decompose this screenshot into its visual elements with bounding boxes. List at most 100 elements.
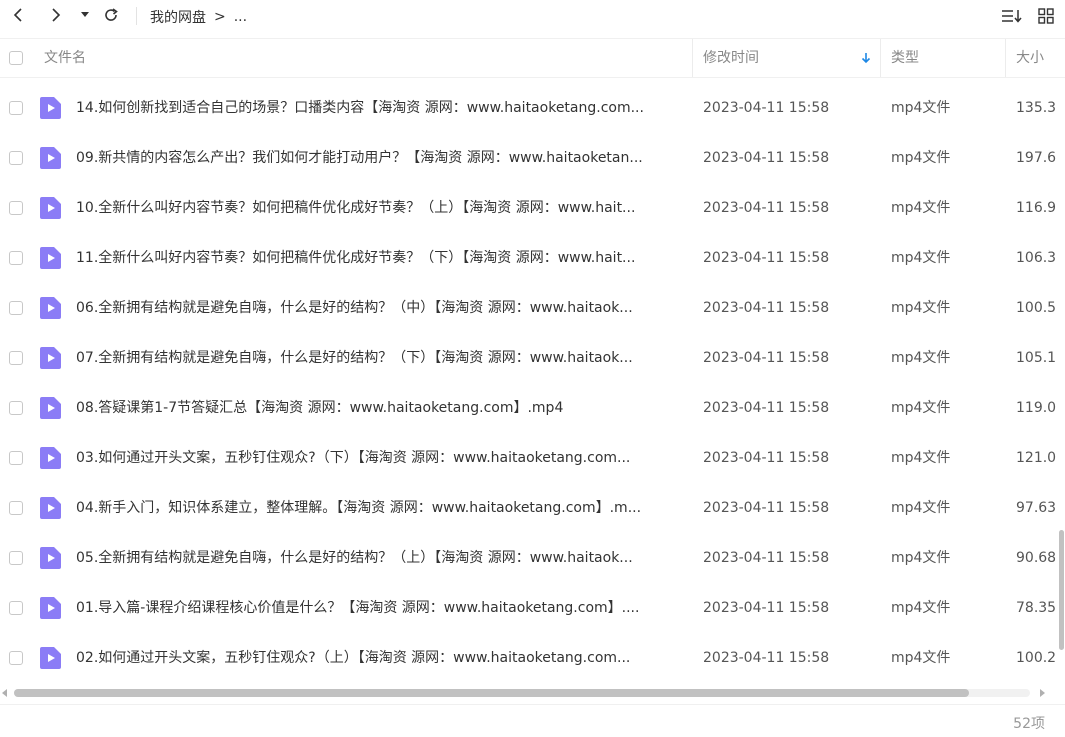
file-name[interactable]: 05.全新拥有结构就是避免自嗨，什么是好的结构？（上）【海淘资 源网：www.h…	[76, 533, 681, 583]
scroll-left-arrow[interactable]	[2, 689, 7, 697]
column-divider[interactable]	[1005, 39, 1006, 77]
file-size: 116.9	[1016, 200, 1057, 216]
file-name[interactable]: 07.全新拥有结构就是避免自嗨，什么是好的结构？（下）【海淘资 源网：www.h…	[76, 333, 681, 383]
table-row[interactable]: 10.全新什么叫好内容节奏？如何把稿件优化成好节奏？（上）【海淘资 源网：www…	[0, 183, 1065, 233]
file-modified-time: 2023-04-11 15:58	[703, 100, 830, 116]
table-row[interactable]: 05.全新拥有结构就是避免自嗨，什么是好的结构？（上）【海淘资 源网：www.h…	[0, 533, 1065, 583]
file-size: 100.5	[1016, 300, 1057, 316]
row-checkbox[interactable]	[9, 651, 23, 665]
table-row[interactable]: 06.全新拥有结构就是避免自嗨，什么是好的结构？（中）【海淘资 源网：www.h…	[0, 283, 1065, 333]
sort-button[interactable]	[1000, 6, 1024, 26]
table-row[interactable]: 07.全新拥有结构就是避免自嗨，什么是好的结构？（下）【海淘资 源网：www.h…	[0, 333, 1065, 383]
scroll-right-arrow[interactable]	[1040, 689, 1045, 697]
table-row[interactable]: 04.新手入门，知识体系建立，整体理解。【海淘资 源网：www.haitaoke…	[0, 483, 1065, 533]
file-type: mp4文件	[891, 450, 951, 466]
file-size: 119.0	[1016, 400, 1057, 416]
horizontal-scrollbar[interactable]	[0, 686, 1065, 700]
table-row[interactable]: 14.如何创新找到适合自己的场景？口播类内容【海淘资 源网：www.haitao…	[0, 83, 1065, 133]
row-checkbox[interactable]	[9, 501, 23, 515]
row-checkbox[interactable]	[9, 101, 23, 115]
column-header-size[interactable]: 大小	[1016, 39, 1044, 77]
video-file-icon	[40, 147, 61, 169]
breadcrumb-ellipsis[interactable]: ...	[234, 9, 247, 25]
file-name[interactable]: 09.新共情的内容怎么产出？我们如何才能打动用户？【海淘资 源网：www.hai…	[76, 133, 681, 183]
history-dropdown-button[interactable]	[78, 4, 92, 26]
row-checkbox[interactable]	[9, 601, 23, 615]
file-size: 121.0	[1016, 450, 1057, 466]
video-file-icon	[40, 397, 61, 419]
forward-button[interactable]	[46, 4, 66, 26]
toolbar: 我的网盘 > ...	[0, 0, 1065, 32]
file-type: mp4文件	[891, 350, 951, 366]
chevron-left-icon	[13, 8, 22, 22]
column-divider[interactable]	[692, 39, 693, 77]
refresh-icon	[105, 8, 118, 21]
file-modified-time: 2023-04-11 15:58	[703, 300, 830, 316]
caret-down-icon	[81, 12, 89, 17]
column-divider[interactable]	[880, 39, 881, 77]
grid-view-button[interactable]	[1036, 6, 1056, 26]
video-file-icon	[40, 347, 61, 369]
refresh-button[interactable]	[100, 4, 122, 26]
status-bar: 52项	[0, 704, 1065, 737]
file-modified-time: 2023-04-11 15:58	[703, 200, 830, 216]
file-name[interactable]: 10.全新什么叫好内容节奏？如何把稿件优化成好节奏？（上）【海淘资 源网：www…	[76, 183, 681, 233]
file-name[interactable]: 03.如何通过开头文案，五秒钉住观众?（下）【海淘资 源网：www.haitao…	[76, 433, 681, 483]
file-size: 105.1	[1016, 350, 1057, 366]
file-modified-time: 2023-04-11 15:58	[703, 450, 830, 466]
file-name[interactable]: 01.导入篇-课程介绍课程核心价值是什么？【海淘资 源网：www.haitaok…	[76, 583, 681, 633]
breadcrumb-root[interactable]: 我的网盘	[150, 7, 206, 27]
breadcrumb: 我的网盘 > ...	[150, 7, 247, 27]
file-modified-time: 2023-04-11 15:58	[703, 600, 830, 616]
back-button[interactable]	[8, 4, 28, 26]
row-checkbox[interactable]	[9, 251, 23, 265]
file-name[interactable]: 08.答疑课第1-7节答疑汇总【海淘资 源网：www.haitaoketang.…	[76, 383, 681, 433]
file-size: 106.3	[1016, 250, 1057, 266]
file-name[interactable]: 04.新手入门，知识体系建立，整体理解。【海淘资 源网：www.haitaoke…	[76, 483, 681, 533]
table-row[interactable]: 02.如何通过开头文案，五秒钉住观众?（上）【海淘资 源网：www.haitao…	[0, 633, 1065, 683]
chevron-right-icon	[52, 8, 61, 22]
file-size: 97.63	[1016, 500, 1057, 516]
column-header-name[interactable]: 文件名	[44, 39, 86, 77]
file-type: mp4文件	[891, 600, 951, 616]
file-type: mp4文件	[891, 150, 951, 166]
video-file-icon	[40, 247, 61, 269]
table-row[interactable]: 01.导入篇-课程介绍课程核心价值是什么？【海淘资 源网：www.haitaok…	[0, 583, 1065, 633]
file-modified-time: 2023-04-11 15:58	[703, 650, 830, 666]
file-size: 197.6	[1016, 150, 1057, 166]
video-file-icon	[40, 197, 61, 219]
file-modified-time: 2023-04-11 15:58	[703, 250, 830, 266]
vertical-scrollbar-thumb[interactable]	[1059, 530, 1064, 650]
file-name[interactable]: 11.全新什么叫好内容节奏？如何把稿件优化成好节奏？（下）【海淘资 源网：www…	[76, 233, 681, 283]
row-checkbox[interactable]	[9, 151, 23, 165]
toolbar-divider	[136, 7, 137, 25]
sort-list-icon	[1002, 10, 1022, 23]
table-row[interactable]: 08.答疑课第1-7节答疑汇总【海淘资 源网：www.haitaoketang.…	[0, 383, 1065, 433]
row-checkbox[interactable]	[9, 351, 23, 365]
row-checkbox[interactable]	[9, 401, 23, 415]
row-checkbox[interactable]	[9, 451, 23, 465]
row-checkbox[interactable]	[9, 551, 23, 565]
column-header-type[interactable]: 类型	[891, 39, 919, 77]
horizontal-scrollbar-thumb[interactable]	[14, 689, 969, 697]
table-row[interactable]: 09.新共情的内容怎么产出？我们如何才能打动用户？【海淘资 源网：www.hai…	[0, 133, 1065, 183]
file-name[interactable]: 02.如何通过开头文案，五秒钉住观众?（上）【海淘资 源网：www.haitao…	[76, 633, 681, 683]
row-checkbox[interactable]	[9, 301, 23, 315]
column-header-modified[interactable]: 修改时间	[703, 39, 759, 77]
video-file-icon	[40, 547, 61, 569]
table-row[interactable]: 11.全新什么叫好内容节奏？如何把稿件优化成好节奏？（下）【海淘资 源网：www…	[0, 233, 1065, 283]
select-all-checkbox[interactable]	[9, 51, 23, 65]
video-file-icon	[40, 97, 61, 119]
grid-view-icon	[1038, 8, 1054, 24]
file-type: mp4文件	[891, 400, 951, 416]
file-type: mp4文件	[891, 250, 951, 266]
file-name[interactable]: 14.如何创新找到适合自己的场景？口播类内容【海淘资 源网：www.haitao…	[76, 83, 681, 133]
file-name[interactable]: 06.全新拥有结构就是避免自嗨，什么是好的结构？（中）【海淘资 源网：www.h…	[76, 283, 681, 333]
video-file-icon	[40, 597, 61, 619]
table-row[interactable]: 03.如何通过开头文案，五秒钉住观众?（下）【海淘资 源网：www.haitao…	[0, 433, 1065, 483]
file-modified-time: 2023-04-11 15:58	[703, 350, 830, 366]
table-header: 文件名 修改时间 类型 大小	[0, 38, 1065, 78]
row-checkbox[interactable]	[9, 201, 23, 215]
arrow-down-icon	[861, 53, 871, 64]
video-file-icon	[40, 447, 61, 469]
